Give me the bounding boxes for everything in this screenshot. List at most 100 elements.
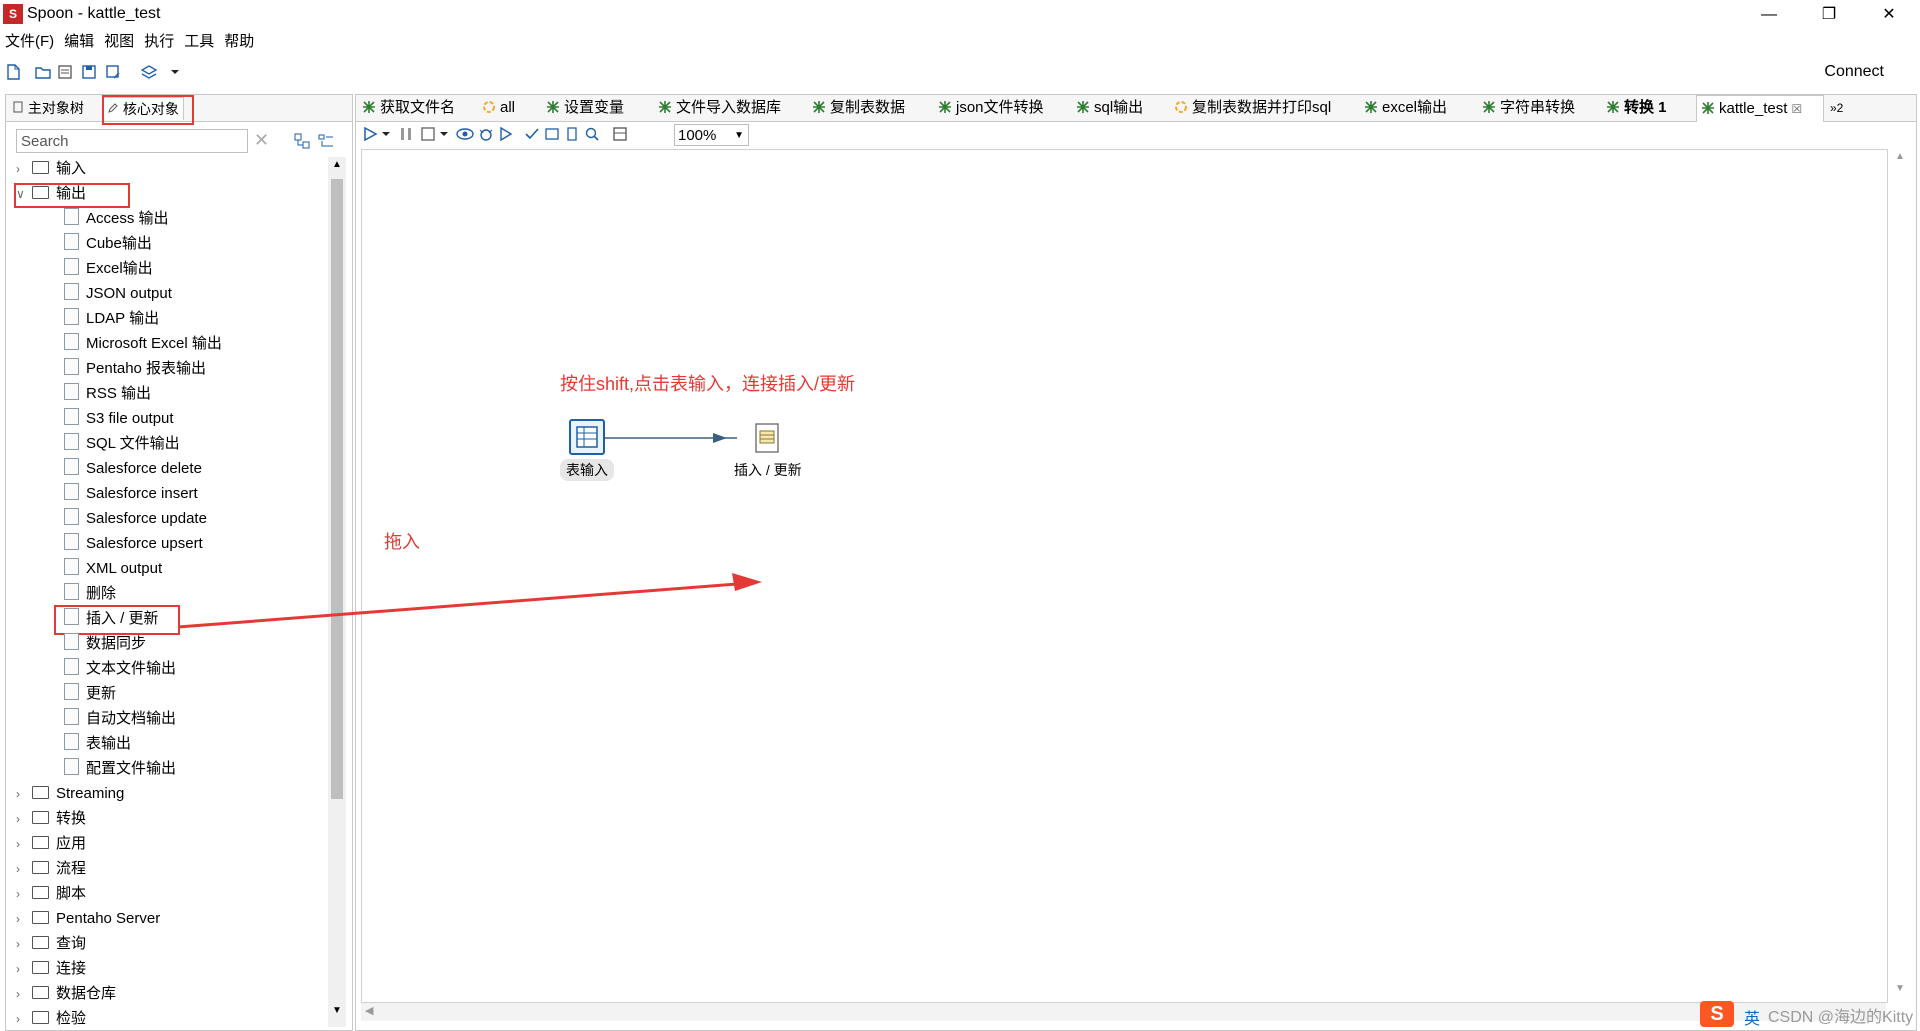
doc-tab[interactable]: 复制表数据并打印sql: [1170, 95, 1364, 121]
tree-step-item[interactable]: Salesforce update: [64, 507, 207, 531]
new-file-icon[interactable]: [4, 63, 22, 81]
step-table-input[interactable]: [569, 419, 605, 455]
step-insert-update[interactable]: [751, 421, 787, 457]
tree-step-item[interactable]: Pentaho 报表输出: [64, 357, 206, 381]
tree-step-item[interactable]: SQL 文件输出: [64, 432, 180, 456]
tree-step-item[interactable]: LDAP 输出: [64, 307, 159, 331]
explore-db-icon[interactable]: [584, 126, 600, 142]
doc-tab[interactable]: 字符串转换: [1478, 95, 1606, 121]
tree-step-item[interactable]: RSS 输出: [64, 382, 151, 406]
open-file-icon[interactable]: [34, 63, 52, 81]
doc-tab[interactable]: 复制表数据: [808, 95, 938, 121]
tree-step-item[interactable]: 更新: [64, 682, 116, 706]
zoom-select[interactable]: 100% ▼: [674, 124, 749, 146]
chevron-right-icon[interactable]: ›: [16, 807, 32, 831]
menu-tools[interactable]: 工具: [179, 30, 219, 54]
preview-icon[interactable]: [456, 126, 474, 142]
menu-edit[interactable]: 编辑: [59, 30, 99, 54]
run-dropdown-icon[interactable]: [380, 126, 392, 142]
explore-repo-icon[interactable]: [56, 63, 74, 81]
menu-help[interactable]: 帮助: [219, 30, 259, 54]
scroll-left-icon[interactable]: ◀: [365, 1004, 373, 1017]
layers-icon[interactable]: [140, 63, 158, 81]
tree-folder-item[interactable]: › Streaming: [16, 782, 124, 806]
chevron-right-icon[interactable]: ›: [16, 882, 32, 906]
connect-link[interactable]: Connect: [1824, 63, 1884, 81]
clear-search-icon[interactable]: ✕: [254, 130, 269, 151]
doc-tab[interactable]: 设置变量: [542, 95, 658, 121]
close-button[interactable]: ✕: [1866, 2, 1912, 28]
minimize-button[interactable]: —: [1746, 2, 1792, 28]
verify-icon[interactable]: [524, 126, 540, 142]
save-icon[interactable]: [80, 63, 98, 81]
canvas-vertical-scrollbar[interactable]: ▲ ▼: [1891, 149, 1911, 1001]
chevron-right-icon[interactable]: ›: [16, 832, 32, 856]
menu-file[interactable]: 文件(F): [0, 30, 59, 54]
pause-icon[interactable]: [398, 126, 414, 142]
maximize-button[interactable]: ❐: [1806, 2, 1852, 28]
chevron-right-icon[interactable]: ›: [16, 982, 32, 1006]
chevron-right-icon[interactable]: ›: [16, 857, 32, 881]
scroll-down-icon[interactable]: ▼: [1895, 983, 1905, 994]
doc-tab[interactable]: sql输出: [1072, 95, 1174, 121]
doc-tab[interactable]: kattle_test ☒: [1696, 95, 1824, 122]
transformation-canvas[interactable]: 按住shift,点击表输入，连接插入/更新 表输入 插入 / 更新 拖入: [361, 149, 1888, 1003]
scroll-up-icon[interactable]: ▲: [332, 159, 342, 170]
stop-dropdown-icon[interactable]: [438, 126, 450, 142]
tree-step-item[interactable]: 表输出: [64, 732, 131, 756]
tree-folder-item[interactable]: › 应用: [16, 832, 86, 856]
tree-folder-item[interactable]: › 数据仓库: [16, 982, 116, 1006]
doc-tab[interactable]: all: [478, 95, 546, 121]
debug-icon[interactable]: [478, 126, 494, 142]
tree-step-item[interactable]: 配置文件输出: [64, 757, 176, 781]
tree-folder-item[interactable]: › 连接: [16, 957, 86, 981]
expand-all-icon[interactable]: [294, 133, 310, 149]
tree-step-item[interactable]: Cube输出: [64, 232, 152, 256]
scroll-down-icon[interactable]: ▼: [332, 1005, 342, 1016]
menu-view[interactable]: 视图: [99, 30, 139, 54]
stop-icon[interactable]: [420, 126, 436, 142]
impact-icon[interactable]: [544, 126, 560, 142]
doc-tab[interactable]: 获取文件名: [358, 95, 482, 121]
chevron-right-icon[interactable]: ›: [16, 907, 32, 931]
collapse-all-icon[interactable]: [318, 133, 334, 149]
tree-step-item[interactable]: 删除: [64, 582, 116, 606]
tree-folder-item[interactable]: › Pentaho Server: [16, 907, 160, 931]
menu-run[interactable]: 执行: [139, 30, 179, 54]
tree-folder-item[interactable]: › 检验: [16, 1007, 86, 1027]
replay-icon[interactable]: [498, 126, 514, 142]
tree-step-item[interactable]: Salesforce insert: [64, 482, 198, 506]
tree-step-item[interactable]: 文本文件输出: [64, 657, 176, 681]
tree-step-item[interactable]: 自动文档输出: [64, 707, 176, 731]
ime-mode[interactable]: 英: [1744, 1005, 1760, 1029]
tree-step-item[interactable]: Microsoft Excel 输出: [64, 332, 222, 356]
tree-step-item[interactable]: Access 输出: [64, 207, 169, 231]
tree-folder-item[interactable]: › 流程: [16, 857, 86, 881]
tab-overflow-button[interactable]: »2: [1826, 95, 1843, 121]
chevron-down-icon[interactable]: [166, 63, 184, 81]
tree-step-item[interactable]: 数据同步: [64, 632, 146, 656]
sql-icon[interactable]: [564, 126, 580, 142]
scroll-up-icon[interactable]: ▲: [1895, 151, 1905, 162]
tree-folder-item[interactable]: › 转换: [16, 807, 86, 831]
tree-scrollbar-thumb[interactable]: [331, 179, 343, 799]
doc-tab[interactable]: json文件转换: [934, 95, 1076, 121]
canvas-horizontal-scrollbar[interactable]: ◀: [361, 1003, 1886, 1021]
tree-step-item[interactable]: S3 file output: [64, 407, 174, 431]
chevron-right-icon[interactable]: ›: [16, 1007, 32, 1027]
tab-main-tree[interactable]: 主对象树: [8, 97, 88, 119]
tree-folder-item[interactable]: › 脚本: [16, 882, 86, 906]
chevron-right-icon[interactable]: ›: [16, 957, 32, 981]
chevron-right-icon[interactable]: ›: [16, 782, 32, 806]
tree-step-item[interactable]: XML output: [64, 557, 162, 581]
close-icon[interactable]: ☒: [1792, 102, 1803, 116]
tree-step-item[interactable]: Salesforce delete: [64, 457, 202, 481]
doc-tab[interactable]: excel输出: [1360, 95, 1482, 121]
doc-tab[interactable]: 文件导入数据库: [654, 95, 812, 121]
save-as-icon[interactable]: [104, 63, 122, 81]
chevron-right-icon[interactable]: ›: [16, 157, 32, 181]
doc-tab[interactable]: 转换 1: [1602, 95, 1700, 121]
run-icon[interactable]: [362, 126, 378, 142]
tree-step-item[interactable]: JSON output: [64, 282, 172, 306]
hop-arrow[interactable]: [605, 430, 755, 446]
